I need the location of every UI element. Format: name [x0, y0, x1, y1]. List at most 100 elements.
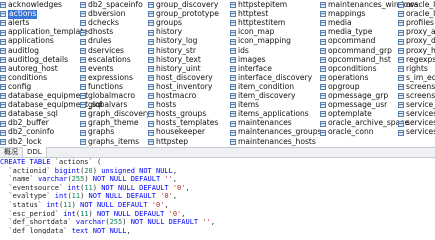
table-item[interactable]: service_alarms [398, 101, 435, 110]
table-item[interactable]: maintenances_hosts [230, 138, 316, 147]
table-item[interactable]: dhosts [80, 28, 113, 37]
table-item[interactable]: icon_map [230, 28, 274, 37]
table-item[interactable]: acknowledges [0, 1, 62, 10]
table-item[interactable]: escalations [80, 56, 131, 65]
table-item[interactable]: db2_coninfo [0, 128, 54, 137]
table-item[interactable]: proxy_history [398, 47, 435, 56]
table-item[interactable]: actions [0, 10, 38, 19]
table-item[interactable]: history_text [148, 56, 201, 65]
tab-ddl[interactable]: DDL [23, 147, 47, 157]
table-item-label: proxy_autoreg [406, 28, 435, 37]
table-item[interactable]: application_template [0, 28, 88, 37]
table-item[interactable]: db2_lock [0, 138, 42, 147]
table-item[interactable]: host_inventory [148, 83, 212, 92]
table-item[interactable]: opconditions [320, 65, 377, 74]
table-item[interactable]: items_applications [230, 110, 309, 119]
table-item[interactable]: auditlog [0, 47, 39, 56]
table-item[interactable]: globalmacro [80, 92, 135, 101]
table-item[interactable]: database_sql [0, 110, 58, 119]
table-icon [148, 138, 154, 145]
table-item[interactable]: host_discovery [148, 74, 213, 83]
table-item[interactable]: profiles [398, 19, 434, 28]
table-icon [230, 111, 236, 118]
table-item[interactable]: db2_buffer [0, 119, 49, 128]
table-item[interactable]: media_type [320, 28, 372, 37]
tab-overview[interactable]: 概况 [0, 147, 23, 157]
table-item[interactable]: rights [398, 65, 428, 74]
table-item[interactable]: services [398, 110, 435, 119]
table-item[interactable]: oracle_archive_space [320, 119, 409, 128]
ddl-editor[interactable]: CREATE TABLE `actions` ( `actionid` bigi… [0, 158, 435, 234]
table-item[interactable]: graph_discovery [80, 110, 151, 119]
table-item[interactable]: proxy_dhistor [398, 37, 435, 46]
table-item[interactable]: items [230, 101, 259, 110]
table-item[interactable]: oracle_lock [398, 1, 435, 10]
table-item[interactable]: media [320, 19, 352, 28]
table-item[interactable]: history_log [148, 37, 198, 46]
table-item[interactable]: services_links [398, 119, 435, 128]
table-item[interactable]: conditions [0, 74, 47, 83]
table-item[interactable]: dchecks [80, 19, 119, 28]
table-item[interactable]: hosts_groups [148, 110, 206, 119]
table-item[interactable]: httpstepitem [230, 1, 287, 10]
table-item[interactable]: opmessage_usr [320, 101, 387, 110]
table-item[interactable]: httptest [230, 10, 268, 19]
ddl-token: NOT NULL DEFAULT [130, 218, 203, 227]
table-item[interactable]: opcommand_hst [320, 56, 391, 65]
table-item[interactable]: events [80, 65, 114, 74]
table-item[interactable]: optemplate [320, 110, 372, 119]
table-item[interactable]: hosts_templates [148, 119, 218, 128]
table-item[interactable]: autoreg_host [0, 65, 58, 74]
table-item[interactable]: icon_mapping [230, 37, 291, 46]
table-item[interactable]: maintenances [230, 119, 292, 128]
table-item[interactable]: alerts [0, 19, 30, 28]
table-item[interactable]: housekeeper [148, 128, 205, 137]
table-item[interactable]: mappings [320, 10, 365, 19]
table-item[interactable]: oracle_less [398, 10, 435, 19]
table-item[interactable]: item_condition [230, 83, 294, 92]
table-item[interactable]: screens [398, 83, 435, 92]
table-item[interactable]: regexps [398, 56, 435, 65]
table-item[interactable]: groups [148, 19, 182, 28]
table-item[interactable]: drules [80, 37, 112, 46]
table-item[interactable]: graphs_items [80, 138, 139, 147]
table-item[interactable]: httptestitem [230, 19, 285, 28]
table-item[interactable]: globalvars [80, 101, 127, 110]
table-item[interactable]: graphs [80, 128, 114, 137]
table-item[interactable]: config [0, 83, 31, 92]
table-item[interactable]: opcommand [320, 37, 375, 46]
table-item[interactable]: dservices [80, 47, 124, 56]
table-item[interactable]: httpstep [148, 138, 188, 147]
table-item[interactable]: history_str [148, 47, 196, 56]
table-item[interactable]: applications [0, 37, 54, 46]
table-item[interactable]: auditlog_details [0, 56, 68, 65]
table-item[interactable]: opmessage_grp [320, 92, 388, 101]
table-item[interactable]: interface_discovery [230, 74, 312, 83]
table-item[interactable]: screens_items [398, 92, 435, 101]
table-item[interactable]: history_uint [148, 65, 201, 74]
table-item[interactable]: graph_theme [80, 119, 139, 128]
table-item[interactable]: s_im_equipm [398, 74, 435, 83]
table-item[interactable]: ids [230, 47, 249, 56]
table-item[interactable]: images [230, 56, 266, 65]
table-item[interactable]: interface [230, 65, 272, 74]
table-item[interactable]: services_times [398, 128, 435, 137]
table-item[interactable]: dbversion [80, 10, 125, 19]
table-item[interactable]: operations [320, 74, 368, 83]
table-item[interactable]: group_discovery [148, 1, 218, 10]
table-item[interactable]: proxy_autoreg [398, 28, 435, 37]
table-item[interactable]: history [148, 28, 182, 37]
table-item[interactable]: opcommand_grp [320, 47, 392, 56]
table-item[interactable]: expressions [80, 74, 133, 83]
table-item[interactable]: opgroup [320, 83, 360, 92]
table-item[interactable]: maintenances_groups [230, 128, 322, 137]
table-item[interactable]: functions [80, 83, 123, 92]
table-item[interactable]: hostmacro [148, 92, 196, 101]
table-item[interactable]: database_equipment [0, 92, 88, 101]
table-item[interactable]: oracle_conn [320, 128, 374, 137]
table-item[interactable]: group_prototype [148, 10, 219, 19]
table-item[interactable]: hosts [148, 101, 176, 110]
table-item-label: db2_lock [8, 137, 42, 146]
table-item[interactable]: item_discovery [230, 92, 295, 101]
table-item[interactable]: db2_spaceinfo [80, 1, 143, 10]
